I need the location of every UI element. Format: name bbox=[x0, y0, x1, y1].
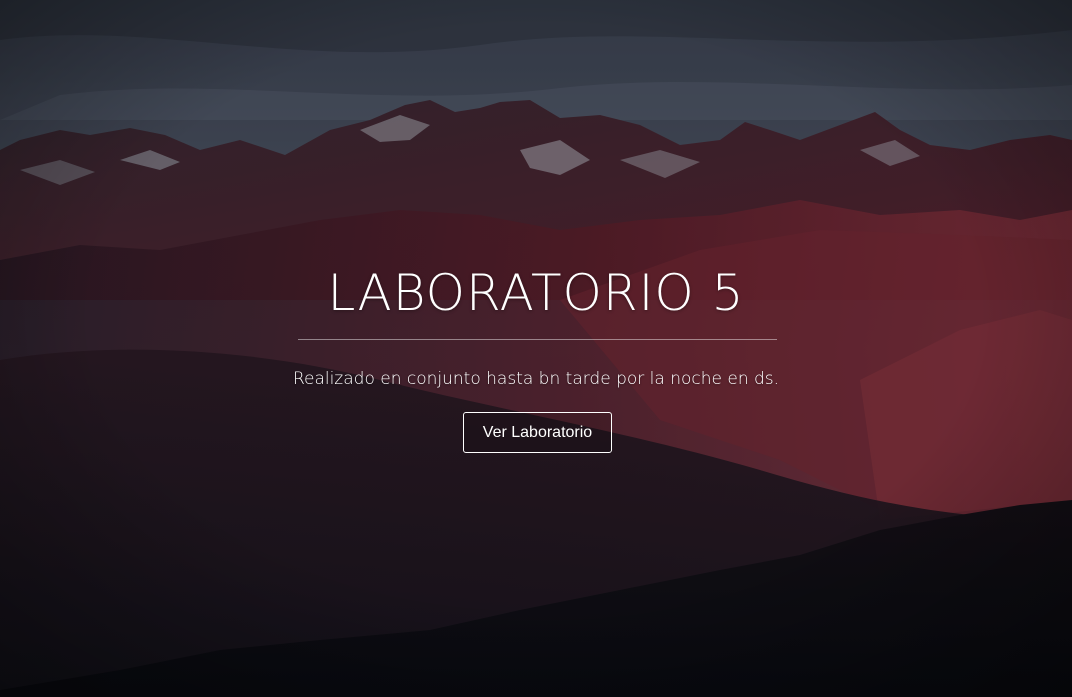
ver-laboratorio-button[interactable]: Ver Laboratorio bbox=[463, 412, 612, 453]
hero-content: LABORATORIO 5 Realizado en conjunto hast… bbox=[0, 0, 1072, 697]
hero-subtitle: Realizado en conjunto hasta bn tarde por… bbox=[292, 369, 780, 389]
page-title: LABORATORIO 5 bbox=[327, 264, 745, 322]
hero-section: LABORATORIO 5 Realizado en conjunto hast… bbox=[0, 0, 1072, 697]
title-divider bbox=[298, 339, 777, 340]
